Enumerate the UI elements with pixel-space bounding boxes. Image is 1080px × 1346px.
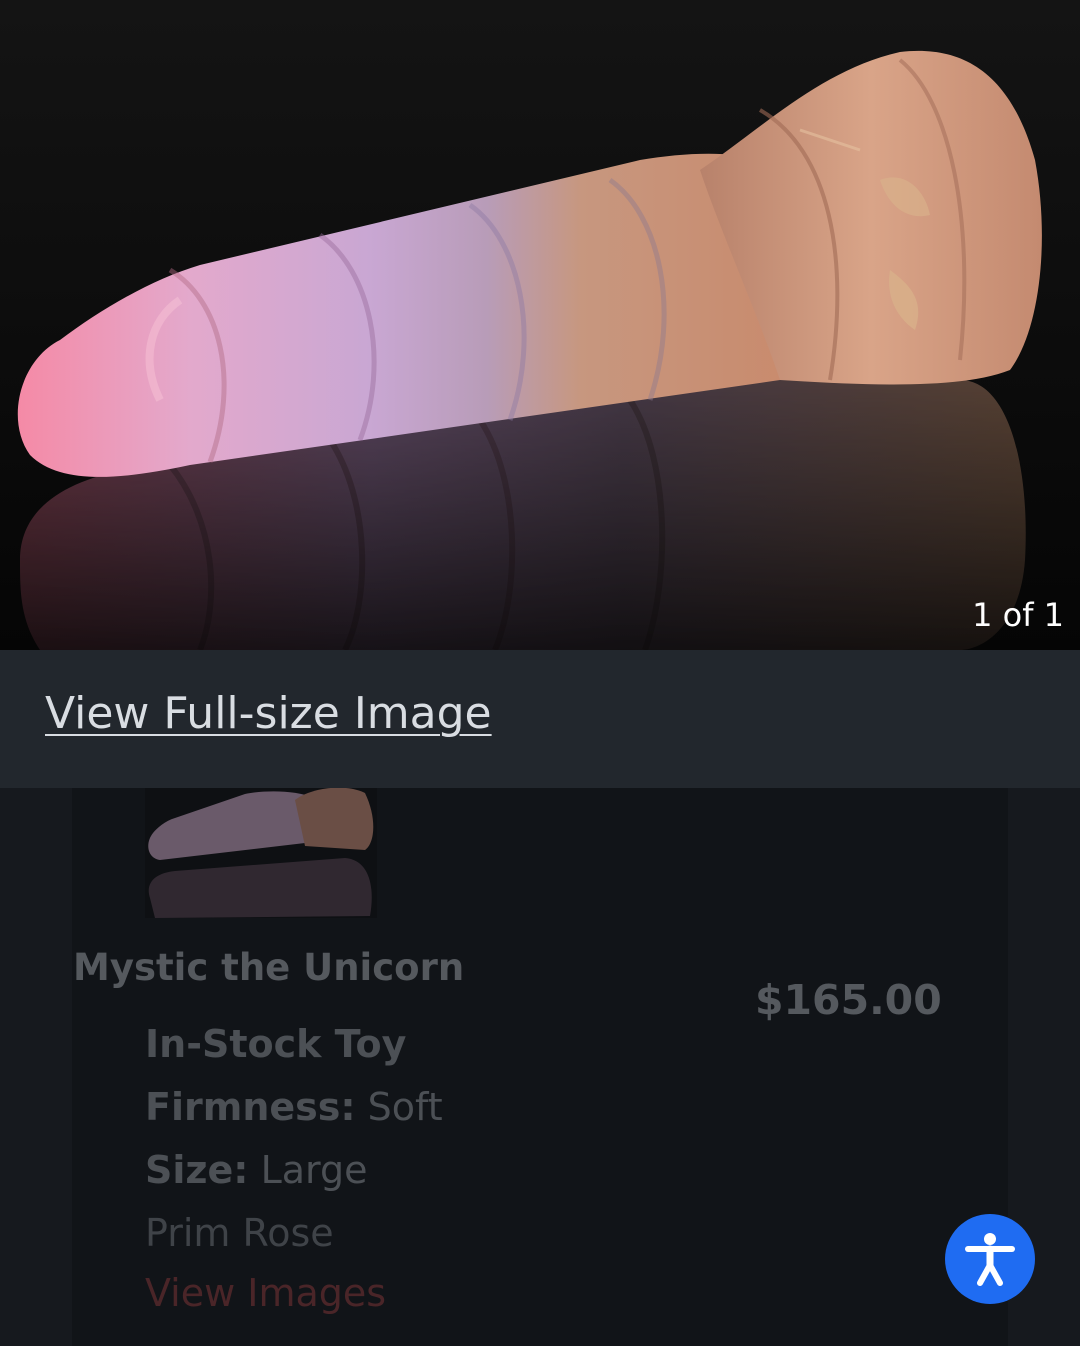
- product-title: Mystic the Unicorn: [73, 946, 465, 989]
- size-label: Size:: [145, 1148, 249, 1192]
- view-images-link[interactable]: View Images: [145, 1271, 386, 1315]
- color-name: Prim Rose: [145, 1211, 334, 1255]
- firmness-label: Firmness:: [145, 1085, 356, 1129]
- size-row: Size: Large: [145, 1148, 368, 1192]
- accessibility-icon: [965, 1233, 1015, 1286]
- product-photo[interactable]: 1 of 1: [0, 0, 1080, 650]
- accessibility-button[interactable]: [945, 1214, 1035, 1304]
- thumbnail-image: [145, 788, 377, 918]
- image-counter: 1 of 1: [972, 596, 1064, 634]
- firmness-value: Soft: [367, 1085, 443, 1129]
- product-price: $165.00: [755, 976, 942, 1024]
- size-value: Large: [260, 1148, 368, 1192]
- product-image: [17, 50, 1042, 650]
- product-card: [72, 788, 1008, 1346]
- view-full-size-link[interactable]: View Full-size Image: [45, 688, 492, 739]
- product-thumbnail[interactable]: [145, 788, 377, 918]
- firmness-row: Firmness: Soft: [145, 1085, 443, 1129]
- stock-status: In-Stock Toy: [145, 1022, 407, 1066]
